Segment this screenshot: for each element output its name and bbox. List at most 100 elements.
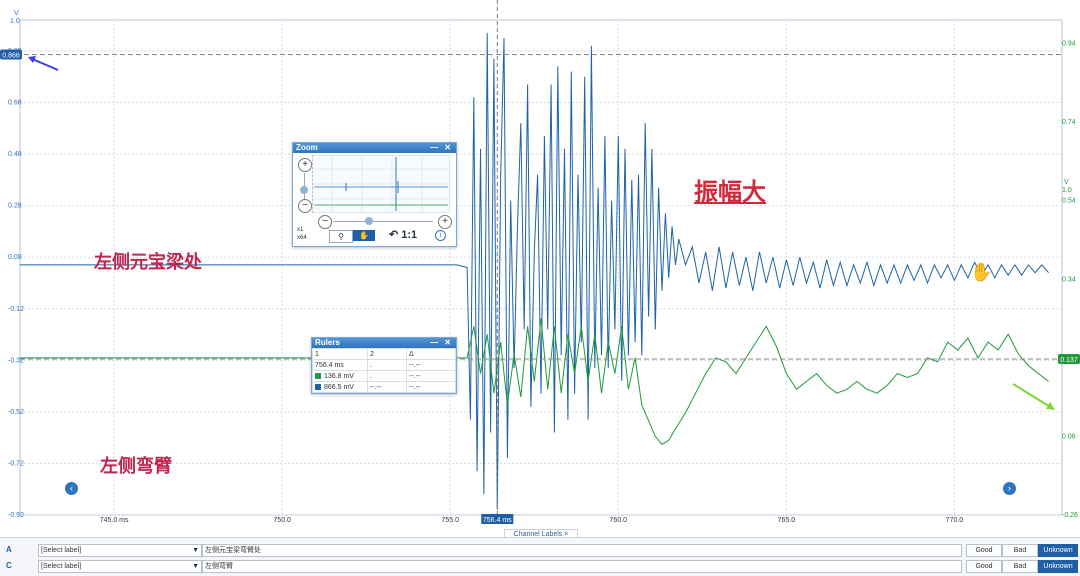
left-axis-tick-label: -0.52 (8, 409, 24, 416)
channel-letter-c: C (6, 561, 12, 570)
rulers-time-value: 756.4 ms (315, 361, 344, 369)
label-field-a[interactable]: 左侧元宝梁弯臂处 (202, 544, 962, 557)
right-axis-top-label: 1.0 (1062, 187, 1072, 194)
good-button-a[interactable]: Good (966, 544, 1002, 557)
time-cursor-label: 756.4 ms (483, 517, 512, 524)
annotation-big-amplitude: 振幅大 (694, 178, 766, 206)
x-axis-ticks: 745.0 ms 750.0 755.0 760.0 765.0 770.0 (100, 517, 964, 524)
right-axis-tick-label: 0.54 (1062, 198, 1076, 205)
right-axis-unit: V (1064, 179, 1069, 186)
rulers-channel-c-value-2: . (367, 370, 407, 382)
unknown-button-a[interactable]: Unknown (1038, 544, 1078, 557)
annotation-left-beam: 左侧元宝梁处 (94, 252, 202, 273)
rulers-header-2: 2 (367, 348, 407, 360)
rulers-panel[interactable]: Rulers — ✕ 1 2 Δ 756.4 ms . --.-- 136.8 … (311, 337, 457, 394)
rulers-row[interactable]: 756.4 ms . --.-- (312, 359, 456, 371)
zoom-panel[interactable]: Zoom — ✕ + − − + x1 x64 ⚲ ✋ ↶ 1:1 i (292, 142, 457, 247)
zoom-panel-window-controls[interactable]: — ✕ (430, 143, 453, 153)
label-field-c[interactable]: 左侧弯臂 (202, 560, 962, 573)
rulers-time-delta: --.-- (406, 359, 456, 371)
right-axis-tick-label: 0.06 (1062, 433, 1076, 440)
left-marker-label: 0.866 (2, 53, 20, 60)
magnify-icon: ⚲ (338, 232, 344, 241)
rulers-panel-window-controls[interactable]: — ✕ (430, 338, 453, 348)
rulers-row[interactable]: 136.8 mV . --.-- (312, 370, 456, 382)
rulers-channel-c-delta: --.-- (406, 370, 456, 382)
unknown-button-c[interactable]: Unknown (1038, 560, 1078, 573)
right-axis-tick-label: 0.74 (1062, 119, 1076, 126)
zoom-magnify-button[interactable]: ⚲ (329, 230, 353, 243)
x-tick-label: 770.0 (946, 517, 964, 524)
undo-icon: ↶ (389, 229, 399, 241)
zoom-out-button[interactable]: − (298, 199, 312, 213)
zoom-reset-button[interactable]: ↶ 1:1 (389, 228, 417, 241)
left-axis-tick-label: -0.12 (8, 306, 24, 313)
zoom-scale-y: x64 (297, 235, 307, 241)
rulers-panel-title-text: Rulers (315, 338, 340, 347)
zoom-panel-title-text: Zoom (296, 143, 318, 152)
zoom-preview[interactable] (312, 155, 450, 213)
zoom-info-button[interactable]: i (435, 230, 446, 241)
scroll-left-button[interactable]: ‹ (65, 482, 78, 495)
rulers-channel-a-value-2: --.-- (367, 381, 407, 393)
channel-a-swatch (315, 383, 321, 390)
x-tick-label: 750.0 (273, 517, 291, 524)
right-axis-tick-label: -0.26 (1062, 512, 1078, 519)
chevron-down-icon: ▼ (192, 547, 199, 554)
zoom-horizontal-slider-handle[interactable] (365, 217, 373, 225)
scroll-right-button[interactable]: › (1003, 482, 1016, 495)
left-axis-top-label: 1.0 (10, 18, 20, 25)
hand-cursor-icon: ✋ (970, 262, 993, 282)
channel-labels-bar: A [Select label] ▼ 左侧元宝梁弯臂处 Good Bad Unk… (0, 537, 1080, 576)
rulers-channel-c-value: 136.8 mV (324, 372, 354, 380)
left-axis-tick-label: 0.68 (8, 100, 22, 107)
channel-c-swatch (315, 372, 321, 379)
rulers-header-1: 1 (312, 348, 368, 360)
label-select-a[interactable]: [Select label] ▼ (38, 544, 202, 557)
channel-label-row-a: A [Select label] ▼ 左侧元宝梁弯臂处 Good Bad Unk… (0, 542, 1080, 558)
rulers-row[interactable]: 866.5 mV --.-- --.-- (312, 381, 456, 393)
good-button-c[interactable]: Good (966, 560, 1002, 573)
bad-button-c[interactable]: Bad (1002, 560, 1038, 573)
zoom-horizontal-out-button[interactable]: − (318, 215, 332, 229)
zoom-horizontal-in-button[interactable]: + (438, 215, 452, 229)
right-marker-label: 0.137 (1060, 357, 1078, 364)
channel-label-row-c: C [Select label] ▼ 左侧弯臂 Good Bad Unknown (0, 558, 1080, 574)
hand-icon: ✋ (359, 231, 369, 240)
x-tick-label: 765.0 (778, 517, 796, 524)
left-axis-tick-label: -0.72 (8, 460, 24, 467)
right-axis-tick-label: 0.34 (1062, 276, 1076, 283)
x-tick-label: 745.0 ms (100, 517, 129, 524)
right-axis-tick-label: 0.94 (1062, 41, 1076, 48)
zoom-ratio-label: 1:1 (401, 229, 418, 241)
rulers-time-value-2: . (367, 359, 407, 371)
left-axis-tick-label: -0.92 (8, 512, 24, 519)
left-axis-tick-label: 0.28 (8, 203, 22, 210)
chevron-left-icon: ‹ (70, 483, 73, 493)
annotation-left-arm: 左侧弯臂 (100, 456, 172, 477)
label-select-c[interactable]: [Select label] ▼ (38, 560, 202, 573)
left-axis-tick-label: 0.48 (8, 151, 22, 158)
zoom-horizontal-slider[interactable] (333, 221, 433, 222)
zoom-in-button[interactable]: + (298, 158, 312, 172)
left-axis-tick-label: 0.08 (8, 254, 22, 261)
channel-letter-a: A (6, 545, 12, 554)
rulers-channel-a-value: 866.5 mV (324, 383, 354, 391)
label-select-a-value: [Select label] (41, 547, 82, 554)
x-tick-label: 755.0 (441, 517, 459, 524)
zoom-panel-title[interactable]: Zoom — ✕ (293, 143, 456, 153)
chevron-down-icon: ▼ (192, 563, 199, 570)
zoom-vertical-slider-handle[interactable] (300, 186, 308, 194)
left-axis-unit: V (14, 10, 19, 17)
rulers-panel-title[interactable]: Rulers — ✕ (312, 338, 456, 348)
zoom-scale-x: x1 (297, 227, 304, 233)
rulers-channel-a-delta: --.-- (406, 381, 456, 393)
x-tick-label: 760.0 (610, 517, 628, 524)
zoom-pan-button[interactable]: ✋ (353, 230, 375, 241)
chevron-right-icon: › (1008, 483, 1011, 493)
rulers-header-row: 1 2 Δ (312, 348, 456, 360)
rulers-header-delta: Δ (406, 348, 456, 360)
rulers-table: 1 2 Δ 756.4 ms . --.-- 136.8 mV . --.-- … (312, 348, 456, 393)
bad-button-a[interactable]: Bad (1002, 544, 1038, 557)
right-axis-ticks: V1.00.940.740.540.340.140.06-0.26 (1062, 41, 1078, 519)
